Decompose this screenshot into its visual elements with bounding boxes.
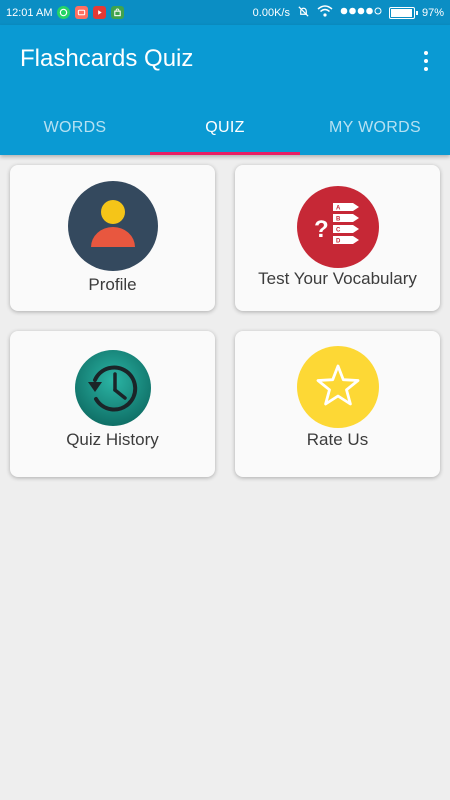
svg-text:A: A: [336, 206, 341, 212]
svg-text:B: B: [336, 217, 341, 223]
test-vocabulary-card-label: Test Your Vocabulary: [258, 269, 417, 288]
test-vocabulary-card[interactable]: ? AB CD Test Your Vocabulary: [235, 165, 440, 311]
star-icon: [296, 346, 379, 433]
whatsapp-icon: [57, 6, 71, 19]
svg-text:D: D: [336, 239, 341, 245]
tab-words[interactable]: WORDS: [0, 100, 150, 155]
mute-bell-icon: [297, 5, 310, 21]
app-bar: Flashcards Quiz WORDS QUIZ MY WORDS: [0, 25, 450, 155]
tab-quiz[interactable]: QUIZ: [150, 100, 300, 155]
tv-app-icon: [75, 6, 89, 19]
quiz-options-icon: ? AB CD: [296, 186, 379, 273]
signal-dots-icon: [340, 6, 382, 19]
rate-us-card[interactable]: Rate Us: [235, 331, 440, 477]
svg-text:?: ?: [314, 216, 329, 243]
profile-card-label: Profile: [88, 275, 137, 294]
wifi-icon: [317, 5, 333, 20]
youtube-icon: [93, 6, 107, 19]
network-speed: 0.00K/s: [252, 6, 290, 19]
quiz-history-card-label: Quiz History: [66, 430, 159, 449]
battery-icon: [388, 6, 418, 19]
tab-bar: WORDS QUIZ MY WORDS: [0, 100, 450, 155]
rate-us-card-label: Rate Us: [306, 430, 369, 449]
tab-my-words[interactable]: MY WORDS: [300, 100, 450, 155]
svg-text:C: C: [336, 228, 341, 234]
quiz-history-card[interactable]: Quiz History: [10, 331, 215, 477]
overflow-menu-button[interactable]: [416, 47, 436, 75]
status-time: 12:01 AM: [6, 6, 53, 19]
overflow-dot: [424, 67, 428, 71]
battery-percent: 97%: [421, 6, 444, 19]
overflow-dot: [424, 59, 428, 63]
store-app-icon: [111, 6, 125, 19]
profile-card[interactable]: Profile: [10, 165, 215, 311]
status-bar: 12:01 AM 0.00K/s 97%: [0, 0, 450, 25]
profile-icon: [67, 181, 158, 276]
app-title: Flashcards Quiz: [20, 45, 194, 72]
history-icon: [74, 350, 151, 431]
overflow-dot: [424, 51, 428, 55]
